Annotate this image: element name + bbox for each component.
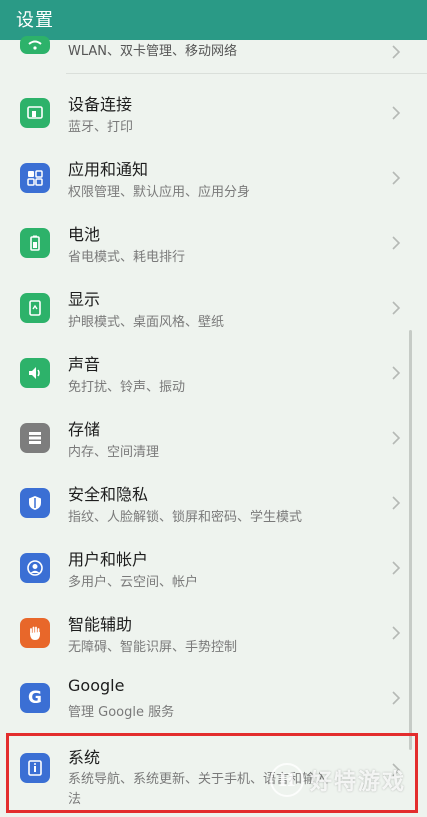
hand-icon	[20, 618, 50, 648]
user-icon	[20, 553, 50, 583]
settings-item-title: 存储	[68, 420, 101, 439]
device-connection-icon	[20, 98, 50, 128]
chevron-right-icon	[392, 691, 401, 705]
settings-item-title: 声音	[68, 355, 101, 374]
settings-item-apps-notifications[interactable]: 应用和通知 权限管理、默认应用、应用分身	[0, 146, 427, 210]
settings-item-subtitle: WLAN、双卡管理、移动网络	[68, 44, 238, 59]
settings-item-smart-assist[interactable]: 智能辅助 无障碍、智能识屏、手势控制	[0, 601, 427, 665]
settings-item-title: 显示	[68, 290, 101, 309]
apps-grid-icon	[20, 163, 50, 193]
speaker-icon	[20, 358, 50, 388]
settings-item-title: 用户和帐户	[68, 550, 149, 569]
settings-item-storage[interactable]: 存储 内存、空间清理	[0, 406, 427, 470]
wifi-icon	[20, 36, 50, 54]
display-icon	[20, 293, 50, 323]
chevron-right-icon	[392, 236, 401, 250]
settings-item-subtitle: 蓝牙、打印	[68, 120, 134, 135]
watermark: H 好特游戏	[270, 760, 406, 800]
settings-item-battery[interactable]: 电池 省电模式、耗电排行	[0, 211, 427, 275]
chevron-right-icon	[392, 366, 401, 380]
battery-icon	[20, 228, 50, 258]
settings-item-google[interactable]: G Google 管理 Google 服务	[0, 666, 427, 730]
chevron-right-icon	[392, 106, 401, 120]
page-title: 设置	[16, 10, 54, 31]
watermark-text: 好特游戏	[310, 770, 407, 795]
storage-icon	[20, 423, 50, 453]
chevron-right-icon	[392, 496, 401, 510]
chevron-right-icon	[392, 301, 401, 315]
chevron-right-icon	[392, 561, 401, 575]
divider	[66, 73, 427, 74]
settings-item-subtitle: 免打扰、铃声、振动	[68, 380, 186, 395]
chevron-right-icon	[392, 431, 401, 445]
settings-item-title: 电池	[68, 225, 101, 244]
scrollbar[interactable]	[409, 330, 412, 750]
chevron-right-icon	[392, 171, 401, 185]
settings-item-wlan[interactable]: WLAN、双卡管理、移动网络	[0, 30, 427, 74]
settings-item-title: 智能辅助	[68, 615, 133, 634]
settings-item-title: 安全和隐私	[68, 485, 149, 504]
settings-item-subtitle: 省电模式、耗电排行	[68, 250, 186, 265]
settings-item-title: 设备连接	[68, 95, 133, 114]
settings-item-subtitle: 内存、空间清理	[68, 445, 160, 460]
settings-item-title: Google	[68, 676, 125, 695]
settings-item-subtitle: 指纹、人脸解锁、锁屏和密码、学生模式	[68, 510, 303, 525]
settings-item-display[interactable]: 显示 护眼模式、桌面风格、壁纸	[0, 276, 427, 340]
settings-item-security-privacy[interactable]: 安全和隐私 指纹、人脸解锁、锁屏和密码、学生模式	[0, 471, 427, 535]
settings-item-subtitle: 管理 Google 服务	[68, 705, 175, 720]
settings-item-users-accounts[interactable]: 用户和帐户 多用户、云空间、帐户	[0, 536, 427, 600]
settings-item-subtitle: 权限管理、默认应用、应用分身	[68, 185, 251, 200]
settings-item-device-connection[interactable]: 设备连接 蓝牙、打印	[0, 81, 427, 145]
settings-item-title: 应用和通知	[68, 160, 149, 179]
settings-list: WLAN、双卡管理、移动网络 设备连接 蓝牙、打印 应用和通知 权限管理、默认应…	[0, 36, 427, 817]
settings-item-subtitle: 多用户、云空间、帐户	[68, 575, 199, 590]
google-icon: G	[20, 683, 50, 713]
watermark-logo: H	[270, 763, 304, 797]
settings-item-subtitle: 护眼模式、桌面风格、壁纸	[68, 315, 225, 330]
settings-item-sound[interactable]: 声音 免打扰、铃声、振动	[0, 341, 427, 405]
shield-icon	[20, 488, 50, 518]
chevron-right-icon	[392, 45, 401, 59]
settings-item-subtitle: 无障碍、智能识屏、手势控制	[68, 640, 238, 655]
chevron-right-icon	[392, 626, 401, 640]
